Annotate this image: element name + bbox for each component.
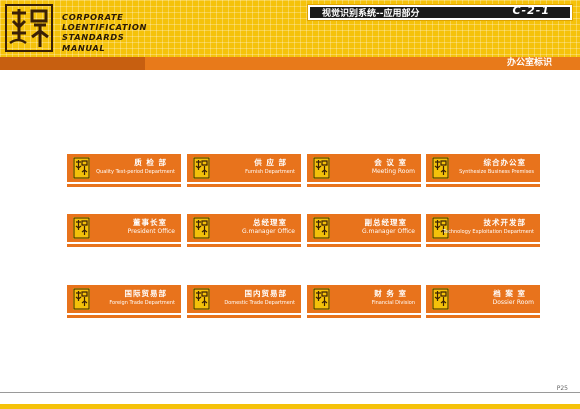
sign-english-label: Quality Test-period Department — [96, 169, 175, 175]
sign-base-strip — [307, 315, 421, 318]
sign-english-label: Dossier Room — [492, 299, 534, 306]
sign-logo-icon — [432, 157, 449, 179]
office-sign: 技术开发部 Technology Exploitation Department — [426, 214, 540, 242]
sign-base-strip — [187, 315, 301, 318]
title-bar-inner: 视觉识别系统--应用部分 C-2-1 — [310, 4, 570, 19]
sign-english-label: Meeting Room — [371, 168, 415, 175]
company-line: MANUAL — [62, 42, 106, 53]
page-code: C-2-1 — [512, 4, 550, 17]
sign-chinese-label: 董事长室 — [133, 218, 167, 227]
sign-chinese-label: 档 案 室 — [493, 289, 526, 298]
sign-base-strip — [426, 244, 540, 247]
sign-english-label: G.manager Office — [242, 228, 295, 235]
office-sign: 国内贸易部 Domestic Trade Department — [187, 285, 301, 313]
sign-base-strip — [426, 315, 540, 318]
sign-chinese-label: 综合办公室 — [483, 158, 526, 167]
sign-english-label: Domestic Trade Department — [224, 300, 295, 306]
sign-chinese-label: 国际贸易部 — [124, 289, 167, 298]
section-title: 办公室标识 — [506, 58, 552, 68]
page-number: P25 — [556, 385, 568, 392]
sign-chinese-label: 会 议 室 — [374, 158, 407, 167]
sign-chinese-label: 财 务 室 — [374, 289, 407, 298]
sign-chinese-label: 总经理室 — [253, 218, 287, 227]
sign-logo-icon — [313, 157, 330, 179]
sign-chinese-label: 副总经理室 — [364, 218, 407, 227]
sign-english-label: President Office — [127, 228, 175, 235]
company-name-block: CORPORATE LOENTIFICATION STANDARDS MANUA… — [62, 12, 147, 53]
sign-base-strip — [307, 184, 421, 187]
sign-chinese-label: 技术开发部 — [483, 218, 526, 227]
sign-logo-icon — [193, 157, 210, 179]
sign-base-strip — [67, 244, 181, 247]
office-sign: 国际贸易部 Foreign Trade Department — [67, 285, 181, 313]
sign-base-strip — [187, 244, 301, 247]
sign-logo-icon — [193, 288, 210, 310]
sign-base-strip — [307, 244, 421, 247]
section-strip — [0, 57, 580, 70]
sign-chinese-label: 质 检 部 — [134, 158, 167, 167]
sign-chinese-label: 国内贸易部 — [244, 289, 287, 298]
sign-base-strip — [187, 184, 301, 187]
sign-english-label: Financial Division — [371, 300, 415, 306]
sign-base-strip — [67, 184, 181, 187]
system-title: 视觉识别系统--应用部分 — [322, 9, 420, 19]
section-strip-accent — [0, 57, 145, 70]
sign-logo-icon — [73, 288, 90, 310]
sign-english-label: Foreign Trade Department — [109, 300, 175, 306]
company-line: STANDARDS — [62, 32, 125, 43]
office-sign: 总经理室 G.manager Office — [187, 214, 301, 242]
sign-logo-icon — [313, 217, 330, 239]
bottom-bar — [0, 404, 580, 409]
seal-logo-icon — [4, 3, 54, 53]
office-sign: 财 务 室 Financial Division — [307, 285, 421, 313]
sign-english-label: G.manager Office — [362, 228, 415, 235]
sign-base-strip — [67, 315, 181, 318]
company-line: CORPORATE — [62, 12, 124, 22]
office-sign: 质 检 部 Quality Test-period Department — [67, 154, 181, 182]
sign-english-label: Synthesize Business Premises — [459, 169, 534, 175]
page-header: CORPORATE LOENTIFICATION STANDARDS MANUA… — [0, 0, 580, 57]
company-line: LOENTIFICATION — [62, 22, 148, 33]
office-sign: 董事长室 President Office — [67, 214, 181, 242]
sign-base-strip — [426, 184, 540, 187]
sign-logo-icon — [73, 217, 90, 239]
sign-logo-icon — [432, 288, 449, 310]
sign-english-label: Technology Exploitation Department — [442, 229, 534, 235]
footer-divider — [0, 392, 580, 393]
sign-logo-icon — [193, 217, 210, 239]
sign-logo-icon — [432, 217, 449, 239]
sign-chinese-label: 供 应 部 — [254, 158, 287, 167]
title-bar: 视觉识别系统--应用部分 C-2-1 — [307, 4, 573, 21]
office-sign: 综合办公室 Synthesize Business Premises — [426, 154, 540, 182]
office-sign: 会 议 室 Meeting Room — [307, 154, 421, 182]
office-sign: 档 案 室 Dossier Room — [426, 285, 540, 313]
sign-logo-icon — [73, 157, 90, 179]
office-sign: 供 应 部 Furnish Department — [187, 154, 301, 182]
office-sign: 副总经理室 G.manager Office — [307, 214, 421, 242]
sign-english-label: Furnish Department — [245, 169, 295, 175]
sign-logo-icon — [313, 288, 330, 310]
